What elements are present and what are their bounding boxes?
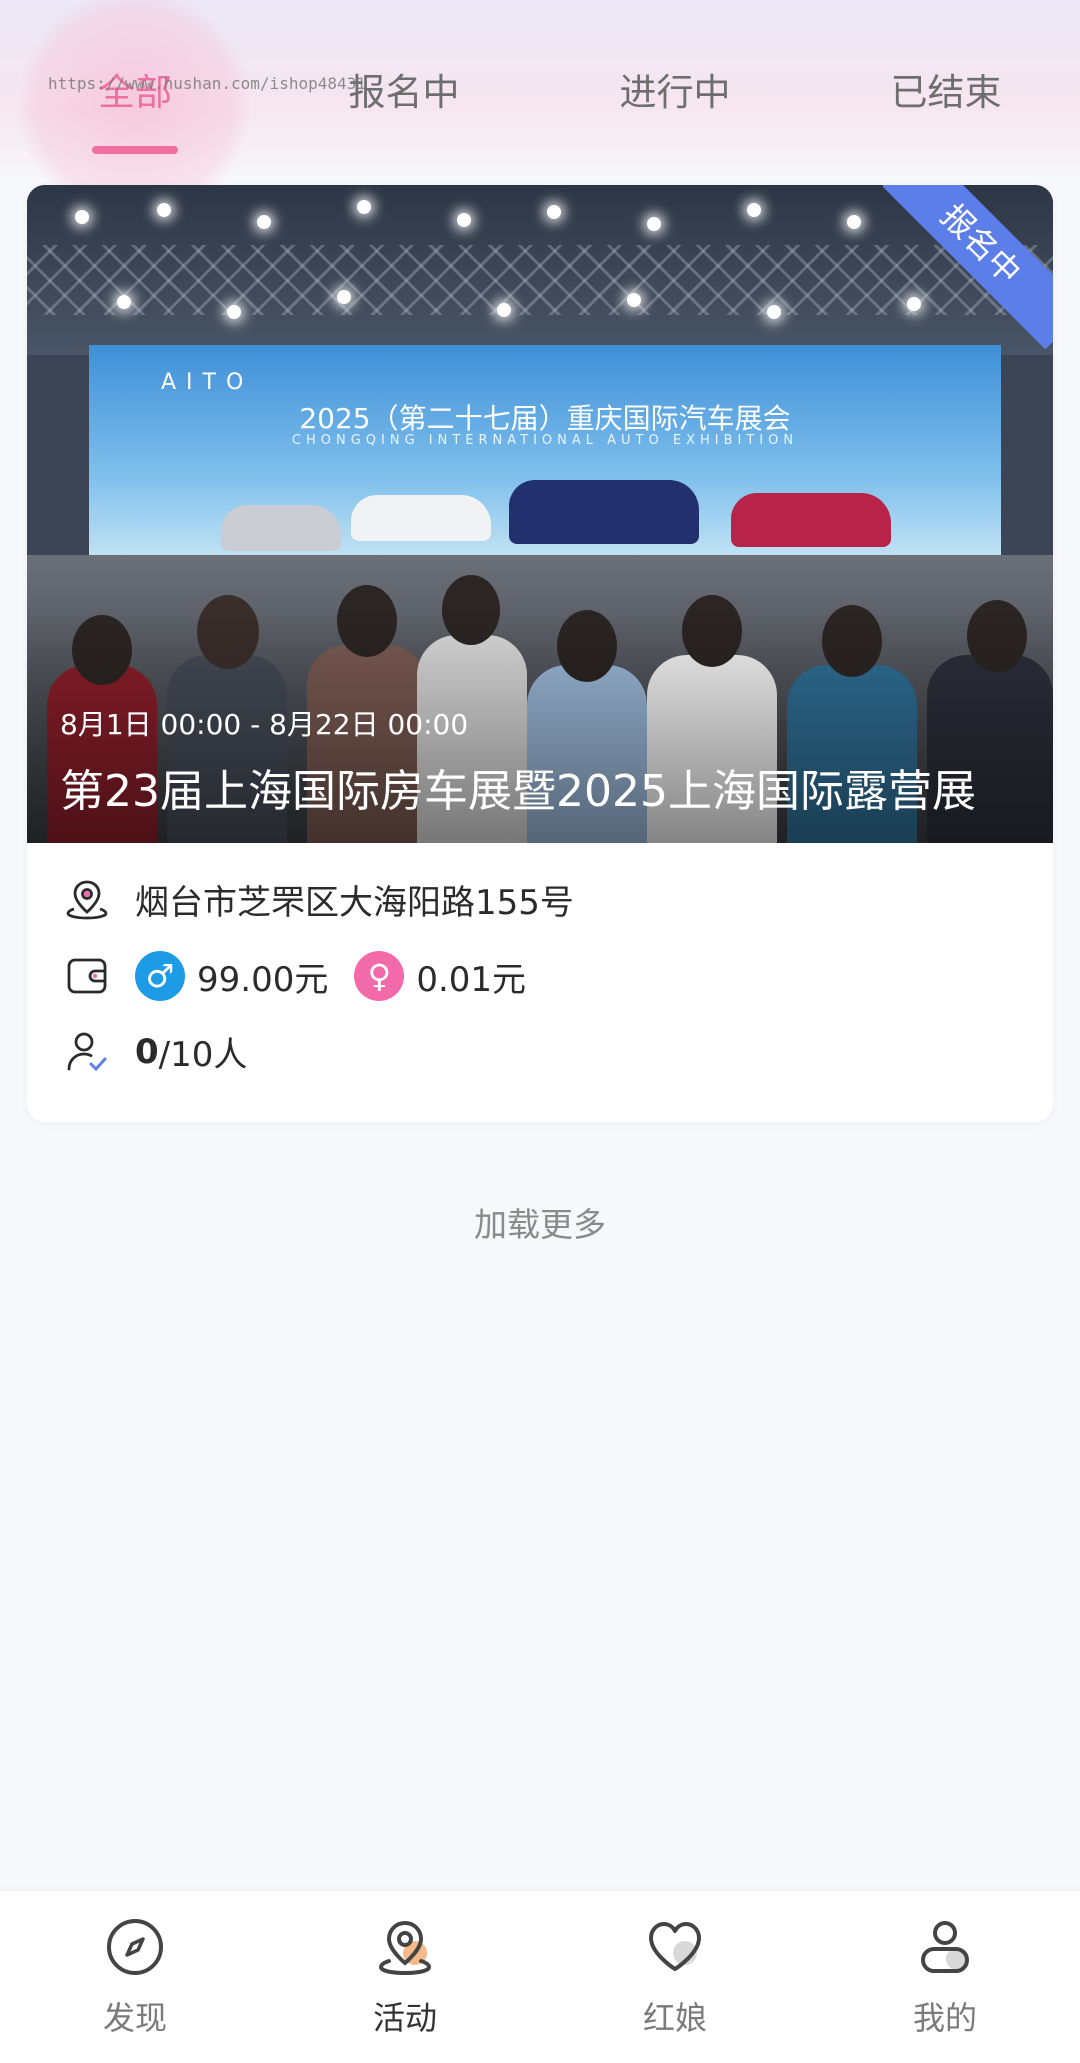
car-silver [221, 505, 341, 551]
event-title: 第23届上海国际房车展暨2025上海国际露营展 [60, 766, 976, 817]
cover-light [75, 210, 89, 224]
cover-light [257, 215, 271, 229]
nav-mine-label: 我的 [912, 1999, 977, 2037]
event-address: 烟台市芝罘区大海阳路155号 [135, 883, 574, 923]
compass-icon [107, 1919, 163, 1975]
car-white [351, 495, 491, 541]
event-date-range: 8月1日 00:00 - 8月22日 00:00 [60, 708, 469, 741]
cover-light [747, 203, 761, 217]
event-info: 烟台市芝罘区大海阳路155号 ♂ 99.00元 ♀ 0.01元 0 /10人 [27, 843, 1053, 1122]
cover-light [547, 205, 561, 219]
nav-matchmaker[interactable]: 红娘 [575, 1891, 775, 2063]
capacity-count: /10人 [158, 1035, 248, 1075]
screen-brand-text: AITO [161, 370, 254, 395]
nav-activity[interactable]: 活动 [305, 1891, 505, 2063]
location-pin-icon [63, 876, 111, 924]
nav-discover-label: 发现 [102, 1999, 167, 2037]
screen-subtitle-text: CHONGQING INTERNATIONAL AUTO EXHIBITION [291, 433, 799, 448]
bottom-nav: 发现 活动 红娘 我的 [0, 1891, 1080, 2063]
price-row: ♂ 99.00元 ♀ 0.01元 [63, 951, 526, 1001]
watermark-url: https://www.hushan.com/ishop48431 [48, 74, 366, 93]
cover-light [357, 200, 371, 214]
tab-ended[interactable]: 已结束 [836, 62, 1056, 116]
participants-row: 0 /10人 [63, 1027, 247, 1076]
nav-activity-label: 活动 [372, 1999, 437, 2037]
nav-matchmaker-label: 红娘 [642, 1999, 707, 2037]
cover-light [227, 305, 241, 319]
location-pin-icon [378, 1920, 432, 1976]
cover-light [457, 213, 471, 227]
cover-light [847, 215, 861, 229]
enrolled-count: 0 [135, 1031, 159, 1072]
address-row: 烟台市芝罘区大海阳路155号 [63, 875, 574, 924]
female-price: 0.01元 [416, 959, 527, 1000]
cover-light [337, 290, 351, 304]
cover-light [497, 303, 511, 317]
tab-active-indicator [92, 146, 178, 154]
wallet-icon [63, 952, 111, 1000]
status-badge: 报名中 [883, 185, 1053, 350]
exhibition-screen: AITO 2025（第二十七届）重庆国际汽车展会 CHONGQING INTER… [89, 345, 1001, 585]
screen-title-text: 2025（第二十七届）重庆国际汽车展会 [299, 402, 791, 435]
event-card[interactable]: AITO 2025（第二十七届）重庆国际汽车展会 CHONGQING INTER… [27, 185, 1053, 1122]
female-icon: ♀ [354, 951, 405, 1001]
car-red [731, 493, 891, 547]
nav-mine[interactable]: 我的 [845, 1891, 1045, 2063]
male-icon: ♂ [135, 951, 185, 1001]
user-check-icon [63, 1028, 111, 1076]
tab-ongoing[interactable]: 进行中 [565, 62, 785, 116]
status-ribbon: 报名中 [883, 185, 1053, 355]
cover-light [647, 217, 661, 231]
cover-light [627, 293, 641, 307]
car-navy [509, 480, 699, 544]
event-cover-image[interactable]: AITO 2025（第二十七届）重庆国际汽车展会 CHONGQING INTER… [27, 185, 1053, 843]
user-icon [921, 1921, 969, 1973]
nav-discover[interactable]: 发现 [35, 1891, 235, 2063]
cover-light [767, 305, 781, 319]
load-more-button[interactable]: 加载更多 [0, 1198, 1080, 1246]
heart-icon [649, 1922, 701, 1971]
cover-light [157, 203, 171, 217]
male-price: 99.00元 [197, 959, 329, 1000]
cover-light [117, 295, 131, 309]
